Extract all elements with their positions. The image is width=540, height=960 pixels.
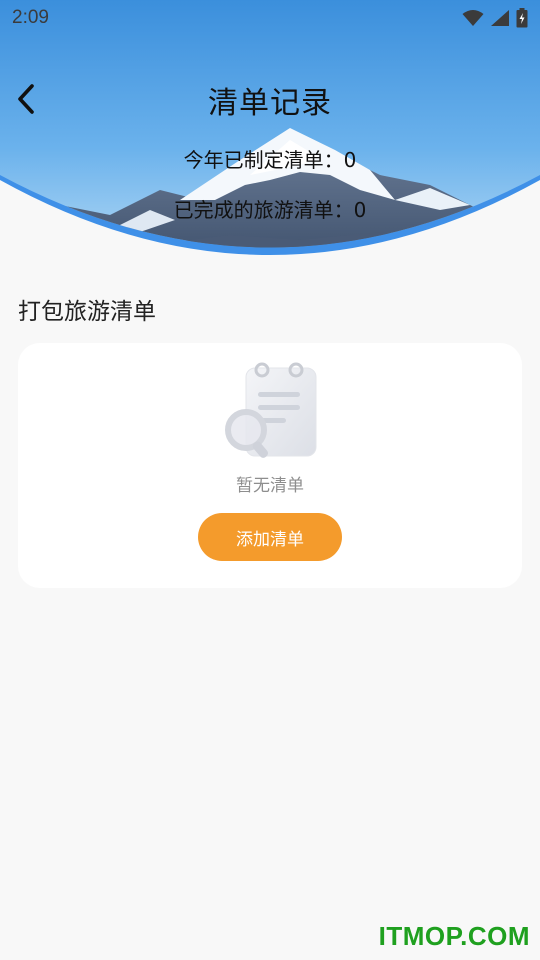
notepad-magnifier-icon [225, 362, 317, 458]
status-icons [462, 8, 528, 28]
page-title: 清单记录 [208, 86, 332, 121]
header-banner [0, 0, 540, 270]
signal-icon [491, 10, 509, 26]
stat-year-value: 0 [343, 148, 357, 172]
stat-completed-lists: 已完成的旅游清单：0 [0, 194, 540, 223]
screen: 2:09 清单记录 今年已制定清单：0 已完成的旅游清单：0 打包旅游清单 暂无… [0, 0, 540, 960]
stat-year-label: 今年已制定清单： [183, 148, 344, 172]
battery-charging-icon [516, 8, 528, 28]
section-title: 打包旅游清单 [18, 299, 156, 325]
status-time: 2:09 [12, 7, 49, 28]
stat-year-plans: 今年已制定清单：0 [0, 144, 540, 173]
watermark-logo: ITMOP.COM [378, 921, 530, 951]
mountain-background-image [0, 0, 540, 255]
empty-state-text: 暂无清单 [236, 476, 304, 496]
status-bar: 2:09 [0, 0, 540, 36]
wifi-icon [462, 10, 484, 26]
stat-done-value: 0 [353, 198, 367, 222]
add-list-button[interactable]: 添加清单 [198, 513, 342, 561]
empty-list-card: 暂无清单 添加清单 [18, 343, 522, 588]
stat-done-label: 已完成的旅游清单： [173, 198, 354, 222]
